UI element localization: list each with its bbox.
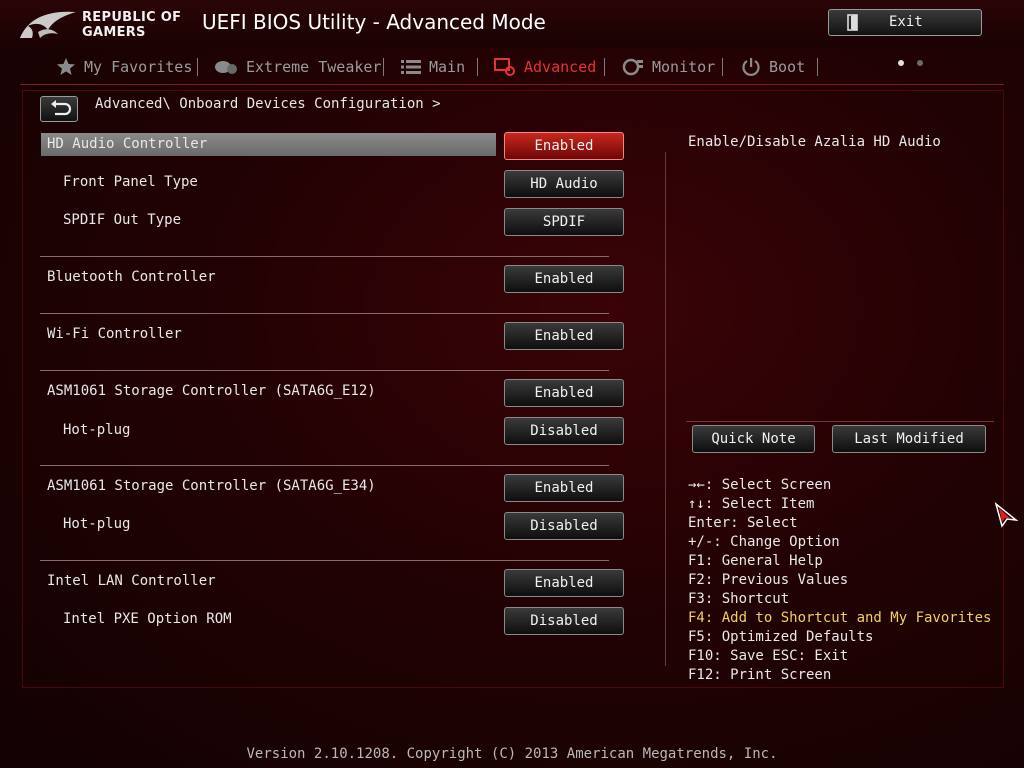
section-divider (40, 370, 609, 371)
tab-separator (817, 58, 818, 76)
power-icon (742, 58, 760, 76)
tab-advanced[interactable]: Advanced (494, 56, 596, 78)
rog-eye-icon (20, 11, 76, 38)
tab-separator (722, 58, 723, 76)
tab-my-favorites[interactable]: My Favorites (56, 56, 192, 78)
setting-value-asm1061-e12[interactable]: Enabled (504, 379, 624, 407)
section-divider (40, 256, 609, 257)
hotkey-f4: F4: Add to Shortcut and My Favorites (688, 610, 992, 626)
hotkey-enter: Enter: Select (688, 515, 798, 531)
logo-text-line2: GAMERS (82, 25, 146, 40)
monitor-gauge-icon (622, 58, 643, 76)
tab-monitor[interactable]: Monitor (622, 56, 715, 78)
page-indicator-dot-active[interactable] (898, 60, 904, 66)
hotkey-f5: F5: Optimized Defaults (688, 629, 874, 645)
hotkey-change-option: +/-: Change Option (688, 534, 840, 550)
exit-door-icon (847, 14, 858, 31)
rog-logo: REPUBLIC OF GAMERS (18, 6, 194, 44)
hotkey-f12: F12: Print Screen (688, 667, 832, 683)
footer-version: Version 2.10.1208. Copyright (C) 2013 Am… (246, 746, 778, 762)
setting-label-intel-lan-controller[interactable]: Intel LAN Controller (47, 573, 216, 589)
setting-label-spdif-out-type[interactable]: SPDIF Out Type (63, 212, 181, 228)
setting-value-hot-plug-e34[interactable]: Disabled (504, 512, 624, 540)
app-title: UEFI BIOS Utility - Advanced Mode (202, 10, 546, 34)
tab-label: Monitor (652, 58, 716, 76)
tab-label: Boot (769, 58, 806, 76)
tab-extreme-tweaker[interactable]: Extreme Tweaker (214, 56, 381, 78)
tab-separator (383, 58, 384, 76)
setting-label-hot-plug-e34[interactable]: Hot-plug (63, 516, 130, 532)
hotkey-f2: F2: Previous Values (688, 572, 849, 588)
setting-value-spdif-out-type[interactable]: SPDIF (504, 208, 624, 236)
section-divider (40, 313, 609, 314)
setting-label-hot-plug-e12[interactable]: Hot-plug (63, 422, 130, 438)
star-icon (57, 58, 75, 75)
hotkey-select-item: ↑↓: Select Item (688, 496, 815, 512)
tab-boot[interactable]: Boot (741, 56, 805, 78)
setting-label-intel-pxe-option-rom[interactable]: Intel PXE Option ROM (63, 611, 232, 627)
tab-separator (604, 58, 605, 76)
setting-value-intel-lan-controller[interactable]: Enabled (504, 569, 624, 597)
hotkey-f1: F1: General Help (688, 553, 823, 569)
back-button[interactable] (40, 96, 78, 122)
tweaker-icon (215, 61, 237, 74)
exit-button[interactable]: Exit (828, 9, 982, 36)
setting-label-front-panel-type[interactable]: Front Panel Type (63, 174, 198, 190)
back-arrow-icon (51, 100, 72, 116)
section-divider (40, 560, 609, 561)
setting-label-wifi-controller[interactable]: Wi-Fi Controller (47, 326, 182, 342)
setting-value-asm1061-e34[interactable]: Enabled (504, 474, 624, 502)
hotkey-legend: →←: Select Screen ↑↓: Select Item Enter:… (688, 476, 991, 685)
exit-label: Exit (889, 14, 923, 30)
setting-label-hd-audio-controller[interactable]: HD Audio Controller (47, 136, 207, 152)
hotkey-select-screen: →←: Select Screen (688, 477, 832, 493)
setting-value-intel-pxe-option-rom[interactable]: Disabled (504, 607, 624, 635)
logo-text-line1: REPUBLIC OF (82, 10, 182, 25)
tab-label: My Favorites (84, 58, 193, 76)
setting-value-wifi-controller[interactable]: Enabled (504, 322, 624, 350)
setting-value-front-panel-type[interactable]: HD Audio (504, 170, 624, 198)
section-divider (40, 465, 609, 466)
advanced-icon (494, 58, 515, 76)
quick-note-button[interactable]: Quick Note (692, 425, 815, 453)
breadcrumb: Advanced\ Onboard Devices Configuration … (95, 96, 441, 112)
hotkey-f3: F3: Shortcut (688, 591, 790, 607)
setting-label-asm1061-e12[interactable]: ASM1061 Storage Controller (SATA6G_E12) (47, 383, 376, 399)
setting-value-hot-plug-e12[interactable]: Disabled (504, 417, 624, 445)
tab-separator (197, 58, 198, 76)
tab-label: Extreme Tweaker (246, 58, 382, 76)
hotkey-f10-esc: F10: Save ESC: Exit (688, 648, 849, 664)
tab-label: Main (429, 58, 466, 76)
last-modified-button[interactable]: Last Modified (832, 425, 986, 453)
setting-value-hd-audio-controller[interactable]: Enabled (504, 132, 624, 160)
mouse-cursor-icon (994, 502, 1018, 528)
tab-separator (477, 58, 478, 76)
help-divider (686, 421, 994, 422)
panel-separator (665, 152, 666, 666)
setting-label-bluetooth-controller[interactable]: Bluetooth Controller (47, 269, 216, 285)
setting-value-bluetooth-controller[interactable]: Enabled (504, 265, 624, 293)
tab-label: Advanced (524, 58, 597, 76)
setting-label-asm1061-e34[interactable]: ASM1061 Storage Controller (SATA6G_E34) (47, 478, 376, 494)
tab-main[interactable]: Main (401, 56, 465, 78)
help-description: Enable/Disable Azalia HD Audio (688, 134, 941, 150)
page-indicator-dot[interactable] (917, 60, 923, 66)
list-icon (401, 60, 421, 74)
tab-bar-divider (20, 84, 1004, 85)
